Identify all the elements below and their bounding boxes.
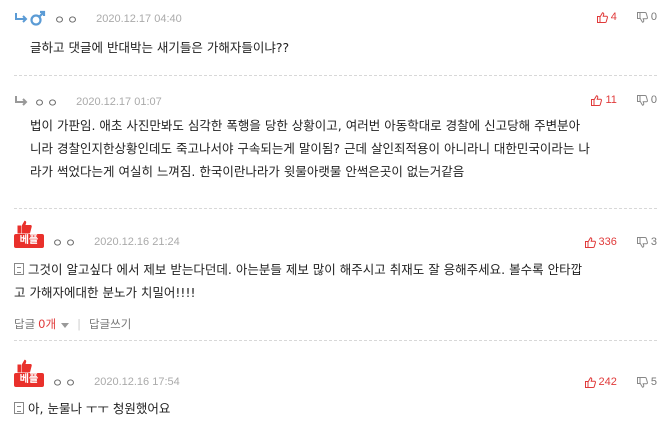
- reply-count: 0개: [38, 317, 57, 331]
- comment-body-line: 고 가해자에대한 분노가 치밀어!!!!: [14, 285, 196, 300]
- upvote-count: 4: [610, 11, 617, 23]
- thumbs-down-icon: [636, 94, 648, 106]
- thumbs-up-icon: [584, 376, 596, 388]
- thumbs-up-icon: [17, 220, 32, 234]
- downvote-button[interactable]: 5: [636, 376, 657, 388]
- comment-nickname[interactable]: ㅇㅇ: [52, 374, 78, 391]
- reply-arrow-icon: [14, 95, 28, 110]
- upvote-button[interactable]: 4: [596, 11, 617, 23]
- upvote-count: 336: [598, 236, 617, 248]
- comment-body-line: 그것이 알고싶다 에서 제보 받는다던데. 아는분들 제보 많이 해주시고 취재…: [28, 262, 583, 277]
- comment-1-votes: 4 0: [596, 11, 657, 23]
- separator: |: [77, 317, 81, 331]
- comment-date: 2020.12.17 04:40: [96, 13, 182, 25]
- thumbs-down-icon: [636, 376, 648, 388]
- upvote-count: 242: [598, 376, 617, 388]
- comment-nickname[interactable]: ㅇㅇ: [54, 11, 80, 28]
- thumbs-up-icon: [584, 236, 596, 248]
- comment-body-line: 니라 경찰인지한상황인데도 죽고나서야 구속되는게 말이됨? 근데 살인죄적용이…: [30, 141, 590, 156]
- thumbs-down-icon: [636, 11, 648, 23]
- best-label: 베플: [14, 234, 44, 248]
- downvote-count: 5: [650, 376, 657, 388]
- thumbs-up-icon: [17, 359, 32, 373]
- best-comment-badge: 베플: [14, 220, 44, 248]
- upvote-button[interactable]: 242: [584, 376, 617, 388]
- comment-3-meta: ㅇㅇ 2020.12.16 21:24: [52, 232, 180, 252]
- comment-body: 그것이 알고싶다 에서 제보 받는다던데. 아는분들 제보 많이 해주시고 취재…: [14, 258, 582, 304]
- best-comment-badge: 베플: [14, 359, 44, 387]
- upvote-button[interactable]: 336: [584, 236, 617, 248]
- comment-3-votes: 336 3: [584, 236, 657, 248]
- divider: [14, 75, 657, 76]
- comment-4-meta: ㅇㅇ 2020.12.16 17:54: [52, 372, 180, 392]
- comment-4-votes: 242 5: [584, 376, 657, 388]
- thumbs-down-icon: [636, 236, 648, 248]
- write-reply-link[interactable]: 답글쓰기: [89, 316, 131, 332]
- comment-body-line: 아, 눈물나 ㅜㅜ 청원했어요: [28, 401, 171, 416]
- divider: [14, 340, 657, 341]
- comment-nickname[interactable]: ㅇㅇ: [52, 234, 78, 251]
- upvote-button[interactable]: 11: [591, 94, 617, 106]
- comment-2-meta: ㅇㅇ 2020.12.17 01:07: [14, 92, 162, 112]
- comment-date: 2020.12.16 21:24: [94, 236, 180, 248]
- downvote-count: 0: [650, 94, 657, 106]
- comment-body-line: 라가 썩었다는게 여실히 느껴짐. 한국이란나라가 윗물아랫물 안썩은곳이 없는…: [30, 164, 465, 179]
- thumbs-up-icon: [591, 94, 603, 106]
- thumbs-up-icon: [596, 11, 608, 23]
- reply-label: 답글: [14, 317, 36, 331]
- document-icon: [14, 263, 24, 275]
- divider: [14, 208, 657, 209]
- downvote-button[interactable]: 3: [636, 236, 657, 248]
- document-icon: [14, 402, 24, 414]
- comment-body-line: 법이 가판임. 애초 사진만봐도 심각한 폭행을 당한 상황이고, 여러번 아동…: [30, 118, 581, 133]
- comment-1-meta: ㅇㅇ 2020.12.17 04:40: [14, 9, 182, 29]
- downvote-count: 3: [650, 236, 657, 248]
- comment-body: 글하고 댓글에 반대박는 새기들은 가해자들이냐??: [30, 40, 290, 55]
- comment-date: 2020.12.16 17:54: [94, 376, 180, 388]
- comment-2-votes: 11 0: [591, 94, 657, 106]
- downvote-button[interactable]: 0: [636, 11, 657, 23]
- reply-row: 답글 0개 | 답글쓰기: [14, 316, 131, 332]
- comment-nickname[interactable]: ㅇㅇ: [34, 94, 60, 111]
- downvote-count: 0: [650, 11, 657, 23]
- best-label: 베플: [14, 373, 44, 387]
- comment-body: 법이 가판임. 애초 사진만봐도 심각한 폭행을 당한 상황이고, 여러번 아동…: [30, 114, 590, 183]
- comment-date: 2020.12.17 01:07: [76, 96, 162, 108]
- reply-toggle[interactable]: 답글 0개: [14, 316, 70, 332]
- reply-arrow-icon: [14, 12, 28, 27]
- upvote-count: 11: [605, 94, 617, 106]
- chevron-down-icon: [61, 317, 70, 331]
- comment-body: 아, 눈물나 ㅜㅜ 청원했어요: [14, 397, 170, 420]
- male-icon: [30, 10, 46, 29]
- downvote-button[interactable]: 0: [636, 94, 657, 106]
